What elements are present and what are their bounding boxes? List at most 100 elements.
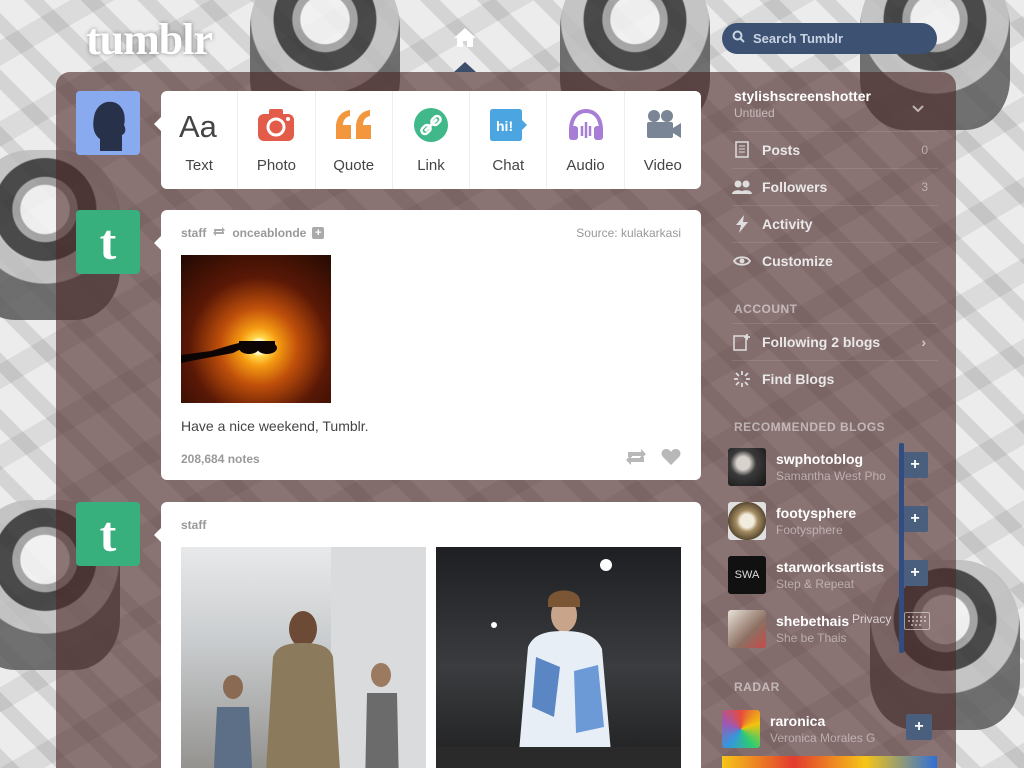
post-header: staff onceablonde + bbox=[181, 226, 325, 240]
radar-heading: RADAR bbox=[734, 680, 780, 694]
follow-plus-button[interactable]: + bbox=[902, 506, 928, 532]
sidebar-item-posts[interactable]: Posts 0 bbox=[732, 131, 938, 167]
add-person-icon bbox=[732, 332, 752, 352]
post-author-link[interactable]: staff bbox=[181, 518, 206, 532]
sidebar-item-followers[interactable]: Followers 3 bbox=[732, 168, 938, 204]
blog-subtitle: She be Thais bbox=[776, 631, 847, 645]
blog-title: Untitled bbox=[734, 106, 775, 120]
sidebar-blog-header[interactable]: stylishscreenshotter Untitled bbox=[734, 88, 871, 120]
chat-icon: hi! bbox=[488, 105, 528, 145]
new-chat-post-button[interactable]: hi! Chat bbox=[470, 91, 548, 189]
recommended-blog[interactable]: shebethais She be Thais bbox=[728, 606, 928, 652]
sidebar-item-customize[interactable]: Customize bbox=[732, 242, 938, 278]
sparkle-icon bbox=[732, 369, 752, 389]
blog-name: swphotoblog bbox=[776, 451, 864, 467]
blog-info: raronica Veronica Morales G bbox=[770, 713, 875, 745]
post-type-label: Quote bbox=[333, 157, 375, 174]
post-notes-count[interactable]: 208,684 notes bbox=[181, 452, 260, 466]
recommended-blog[interactable]: swphotoblog Samantha West Pho + bbox=[728, 444, 928, 490]
post-type-label: Video bbox=[643, 157, 682, 174]
sidebar-item-count: 3 bbox=[921, 179, 928, 194]
post-photo[interactable] bbox=[181, 547, 426, 768]
camera-icon bbox=[256, 105, 296, 145]
post-caption: Have a nice weekend, Tumblr. bbox=[181, 418, 369, 434]
quote-icon bbox=[334, 105, 374, 145]
post-photo[interactable] bbox=[436, 547, 681, 768]
search-icon bbox=[732, 30, 745, 48]
lightning-icon bbox=[732, 214, 752, 234]
new-video-post-button[interactable]: Video bbox=[625, 91, 701, 189]
new-text-post-button[interactable]: Aa Text bbox=[161, 91, 239, 189]
post-author-link[interactable]: staff bbox=[181, 226, 206, 240]
post-actions bbox=[625, 448, 681, 471]
post-type-label: Link bbox=[417, 157, 445, 174]
text-icon: Aa bbox=[179, 105, 219, 145]
post-type-label: Text bbox=[185, 157, 213, 174]
user-avatar[interactable] bbox=[76, 91, 140, 155]
people-icon bbox=[732, 177, 752, 197]
blog-subtitle: Veronica Morales G bbox=[770, 731, 876, 745]
radar-blog[interactable]: raronica Veronica Morales G + bbox=[722, 706, 932, 752]
new-audio-post-button[interactable]: Audio bbox=[547, 91, 625, 189]
svg-text:Aa: Aa bbox=[179, 109, 218, 142]
blog-avatar bbox=[728, 610, 766, 648]
post-card: staff bbox=[154, 502, 701, 768]
chevron-right-icon: › bbox=[921, 333, 926, 350]
tumblr-t-icon: t bbox=[99, 506, 117, 562]
post-composer: Aa Text Photo Quote Link hi! Chat Audio bbox=[154, 91, 701, 189]
reblogged-from-link[interactable]: onceablonde bbox=[232, 226, 306, 240]
post-type-label: Chat bbox=[492, 157, 525, 174]
blog-info: swphotoblog Samantha West Pho bbox=[776, 451, 886, 483]
sidebar-item-find-blogs[interactable]: Find Blogs bbox=[732, 360, 938, 396]
new-quote-post-button[interactable]: Quote bbox=[316, 91, 393, 189]
search-input[interactable] bbox=[753, 31, 923, 46]
like-heart-icon[interactable] bbox=[661, 448, 681, 471]
privacy-link[interactable]: Privacy bbox=[852, 612, 891, 626]
home-icon[interactable] bbox=[452, 26, 478, 48]
blog-name: stylishscreenshotter bbox=[734, 88, 871, 104]
follow-plus-button[interactable]: + bbox=[902, 452, 928, 478]
link-icon bbox=[411, 105, 451, 145]
sidebar-item-count: 0 bbox=[921, 142, 928, 157]
new-link-post-button[interactable]: Link bbox=[393, 91, 471, 189]
headphones-icon bbox=[566, 105, 606, 145]
sidebar-item-activity[interactable]: Activity bbox=[732, 205, 938, 241]
card-pointer bbox=[154, 236, 161, 250]
blog-name: raronica bbox=[770, 713, 826, 729]
keyboard-icon[interactable] bbox=[904, 612, 930, 630]
sidebar-item-label: Find Blogs bbox=[762, 370, 835, 387]
staff-avatar[interactable]: t bbox=[76, 502, 140, 566]
follow-plus-button[interactable]: + bbox=[902, 560, 928, 586]
blog-avatar bbox=[728, 448, 766, 486]
staff-avatar[interactable]: t bbox=[76, 210, 140, 274]
sidebar-item-following[interactable]: Following 2 blogs › bbox=[732, 323, 938, 359]
blog-info: starworksartists Step & Repeat bbox=[776, 559, 884, 591]
recommended-blog[interactable]: footysphere Footysphere + bbox=[728, 498, 928, 544]
post-photo[interactable] bbox=[181, 255, 331, 403]
blog-info: footysphere Footysphere bbox=[776, 505, 856, 537]
sidebar-item-label: Following 2 blogs bbox=[762, 333, 881, 350]
tumblr-t-icon: t bbox=[99, 214, 117, 270]
chevron-down-icon[interactable] bbox=[912, 100, 924, 118]
video-camera-icon bbox=[643, 105, 683, 145]
search-bar[interactable] bbox=[722, 23, 937, 54]
tumblr-logo[interactable]: tumblr bbox=[86, 14, 213, 65]
sidebar-item-label: Activity bbox=[762, 215, 813, 232]
sidebar-item-label: Customize bbox=[762, 252, 833, 269]
recommended-heading: RECOMMENDED BLOGS bbox=[734, 420, 886, 434]
follow-plus-button[interactable]: + bbox=[906, 714, 932, 740]
eye-icon bbox=[732, 251, 752, 271]
blog-subtitle: Step & Repeat bbox=[776, 577, 855, 591]
sidebar-item-label: Posts bbox=[762, 141, 801, 158]
reblog-icon[interactable] bbox=[625, 448, 647, 471]
follow-plus-icon[interactable]: + bbox=[312, 227, 325, 239]
post-source-link[interactable]: Source: kulakarkasi bbox=[576, 226, 681, 240]
document-icon bbox=[732, 140, 752, 160]
radar-image[interactable] bbox=[722, 756, 937, 768]
blog-info: shebethais She be Thais bbox=[776, 613, 849, 645]
blog-name: shebethais bbox=[776, 613, 850, 629]
post-header: staff bbox=[181, 518, 206, 532]
recommended-blog[interactable]: SWA starworksartists Step & Repeat + bbox=[728, 552, 928, 598]
new-photo-post-button[interactable]: Photo bbox=[238, 91, 316, 189]
post-type-label: Audio bbox=[566, 157, 605, 174]
